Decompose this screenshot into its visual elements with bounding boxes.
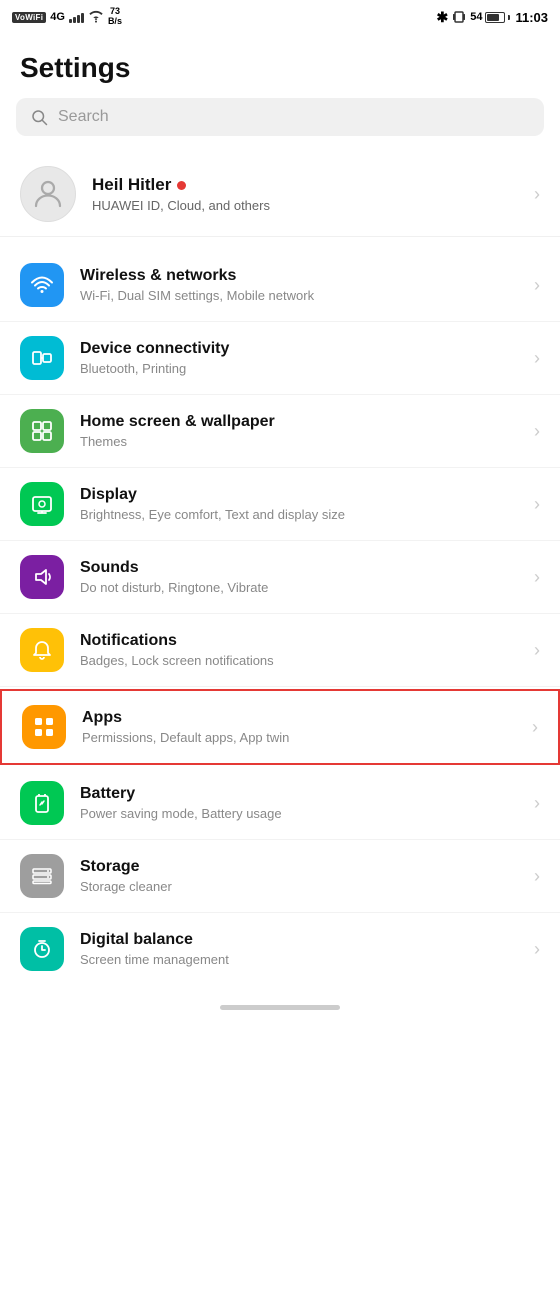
status-bar: VoWiFi 4G 73B/s ✱ 54 11:0: [0, 0, 560, 32]
sounds-subtitle: Do not disturb, Ringtone, Vibrate: [80, 580, 518, 595]
profile-name: Heil Hitler: [92, 175, 171, 195]
storage-text: Storage Storage cleaner: [80, 858, 518, 894]
storage-title: Storage: [80, 858, 518, 876]
digital-balance-title: Digital balance: [80, 931, 518, 949]
notifications-chevron-icon: ›: [534, 640, 540, 661]
status-right: ✱ 54 11:03: [436, 9, 548, 26]
vibrate-icon: [453, 9, 465, 25]
vowifi-indicator: VoWiFi: [12, 12, 46, 23]
wireless-title: Wireless & networks: [80, 267, 518, 285]
sounds-chevron-icon: ›: [534, 567, 540, 588]
apps-title: Apps: [82, 709, 516, 727]
device-connectivity-subtitle: Bluetooth, Printing: [80, 361, 518, 376]
digital-balance-chevron-icon: ›: [534, 939, 540, 960]
home-screen-subtitle: Themes: [80, 434, 518, 449]
signal-bars: [69, 11, 84, 23]
sounds-text: Sounds Do not disturb, Ringtone, Vibrate: [80, 559, 518, 595]
wireless-chevron-icon: ›: [534, 275, 540, 296]
home-screen-icon: [20, 409, 64, 453]
display-title: Display: [80, 486, 518, 504]
bluetooth-icon: ✱: [436, 9, 448, 26]
notifications-subtitle: Badges, Lock screen notifications: [80, 653, 518, 668]
page-title: Settings: [0, 32, 560, 98]
storage-chevron-icon: ›: [534, 866, 540, 887]
avatar-icon: [30, 176, 66, 212]
wireless-text: Wireless & networks Wi-Fi, Dual SIM sett…: [80, 267, 518, 303]
digital-balance-icon: [20, 927, 64, 971]
device-connectivity-chevron-icon: ›: [534, 348, 540, 369]
digital-balance-subtitle: Screen time management: [80, 952, 518, 967]
settings-item-sounds[interactable]: Sounds Do not disturb, Ringtone, Vibrate…: [0, 541, 560, 614]
battery-title: Battery: [80, 785, 518, 803]
status-left: VoWiFi 4G 73B/s: [12, 7, 122, 27]
display-text: Display Brightness, Eye comfort, Text an…: [80, 486, 518, 522]
storage-subtitle: Storage cleaner: [80, 879, 518, 894]
display-icon: [20, 482, 64, 526]
notifications-title: Notifications: [80, 632, 518, 650]
battery-text: Battery Power saving mode, Battery usage: [80, 785, 518, 821]
settings-item-storage[interactable]: Storage Storage cleaner ›: [0, 840, 560, 913]
home-screen-text: Home screen & wallpaper Themes: [80, 413, 518, 449]
settings-item-digital-balance[interactable]: Digital balance Screen time management ›: [0, 913, 560, 985]
home-screen-chevron-icon: ›: [534, 421, 540, 442]
wireless-icon: [20, 263, 64, 307]
notifications-text: Notifications Badges, Lock screen notifi…: [80, 632, 518, 668]
home-bar: [220, 1005, 340, 1010]
settings-item-device-connectivity[interactable]: Device connectivity Bluetooth, Printing …: [0, 322, 560, 395]
time-display: 11:03: [515, 10, 548, 25]
settings-item-wireless[interactable]: Wireless & networks Wi-Fi, Dual SIM sett…: [0, 249, 560, 322]
online-indicator: [177, 181, 186, 190]
storage-icon: [20, 854, 64, 898]
signal-indicator: 4G: [50, 11, 65, 23]
profile-subtitle: HUAWEI ID, Cloud, and others: [92, 198, 518, 213]
digital-balance-text: Digital balance Screen time management: [80, 931, 518, 967]
profile-info: Heil Hitler HUAWEI ID, Cloud, and others: [92, 175, 518, 213]
battery-chevron-icon: ›: [534, 793, 540, 814]
display-chevron-icon: ›: [534, 494, 540, 515]
battery-status: 54: [470, 11, 510, 23]
settings-item-display[interactable]: Display Brightness, Eye comfort, Text an…: [0, 468, 560, 541]
sounds-title: Sounds: [80, 559, 518, 577]
apps-subtitle: Permissions, Default apps, App twin: [82, 730, 516, 745]
settings-list: Wireless & networks Wi-Fi, Dual SIM sett…: [0, 245, 560, 989]
speed-indicator: 73B/s: [108, 7, 122, 27]
notifications-icon: [20, 628, 64, 672]
profile-section[interactable]: Heil Hitler HUAWEI ID, Cloud, and others…: [0, 152, 560, 237]
search-bar[interactable]: Search: [16, 98, 544, 136]
device-connectivity-text: Device connectivity Bluetooth, Printing: [80, 340, 518, 376]
battery-icon: [20, 781, 64, 825]
settings-item-apps[interactable]: Apps Permissions, Default apps, App twin…: [0, 689, 560, 765]
sounds-icon: [20, 555, 64, 599]
search-placeholder: Search: [58, 108, 109, 126]
device-connectivity-icon: [20, 336, 64, 380]
apps-chevron-icon: ›: [532, 717, 538, 738]
settings-item-notifications[interactable]: Notifications Badges, Lock screen notifi…: [0, 614, 560, 687]
wifi-icon: [88, 10, 104, 24]
profile-chevron-icon: ›: [534, 184, 540, 205]
avatar: [20, 166, 76, 222]
apps-text: Apps Permissions, Default apps, App twin: [82, 709, 516, 745]
home-screen-title: Home screen & wallpaper: [80, 413, 518, 431]
settings-item-battery[interactable]: Battery Power saving mode, Battery usage…: [0, 767, 560, 840]
search-icon: [30, 108, 48, 126]
wireless-subtitle: Wi-Fi, Dual SIM settings, Mobile network: [80, 288, 518, 303]
display-subtitle: Brightness, Eye comfort, Text and displa…: [80, 507, 518, 522]
battery-subtitle: Power saving mode, Battery usage: [80, 806, 518, 821]
apps-icon: [22, 705, 66, 749]
settings-item-home-screen[interactable]: Home screen & wallpaper Themes ›: [0, 395, 560, 468]
home-indicator: [0, 989, 560, 1022]
device-connectivity-title: Device connectivity: [80, 340, 518, 358]
